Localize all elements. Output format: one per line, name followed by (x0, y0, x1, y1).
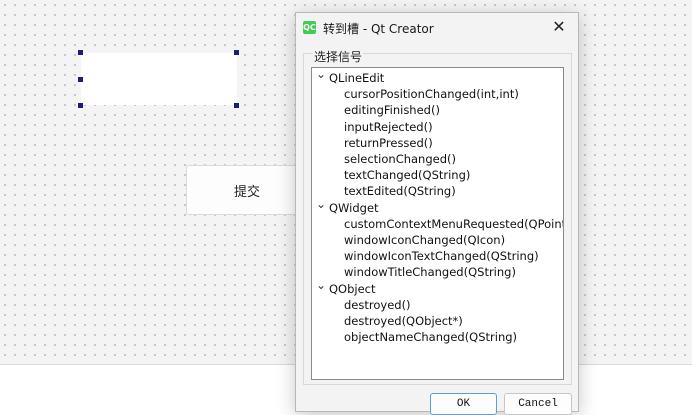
tree-signal-label: destroyed() (344, 297, 411, 312)
tree-signal-item[interactable]: textEdited(QString) (312, 183, 563, 199)
dialog-titlebar[interactable]: QC 转到槽 - Qt Creator ✕ (296, 13, 578, 43)
tree-signal-label: textChanged(QString) (344, 168, 471, 183)
tree-signal-item[interactable]: windowTitleChanged(QString) (312, 264, 563, 280)
tree-signal-label: textEdited(QString) (344, 184, 456, 199)
chevron-down-icon[interactable]: ⌄ (316, 196, 326, 212)
tree-class-qwidget[interactable]: ⌄ QWidget (312, 197, 563, 216)
tree-signal-label: returnPressed() (344, 135, 433, 150)
tree-signal-item[interactable]: editingFinished() (312, 102, 563, 118)
tree-class-label: QLineEdit (329, 71, 385, 85)
dialog-title: 转到槽 - Qt Creator (323, 22, 434, 36)
close-icon[interactable]: ✕ (549, 17, 569, 37)
ok-button[interactable]: OK (430, 393, 497, 415)
resize-handle[interactable] (78, 103, 83, 108)
tree-signal-item[interactable]: windowIconChanged(QIcon) (312, 232, 563, 248)
tree-signal-label: objectNameChanged(QString) (344, 330, 518, 345)
resize-handle[interactable] (78, 77, 83, 82)
tree-signal-item[interactable]: cursorPositionChanged(int,int) (312, 86, 563, 102)
tree-signal-item[interactable]: objectNameChanged(QString) (312, 329, 563, 345)
chevron-down-icon[interactable]: ⌄ (316, 68, 326, 82)
signal-tree[interactable]: ⌄ QLineEdit cursorPositionChanged(int,int)… (311, 67, 564, 380)
tree-signal-item[interactable]: selectionChanged() (312, 151, 563, 167)
submit-button[interactable]: 提交 (186, 165, 308, 215)
tree-signal-label: inputRejected() (344, 119, 433, 134)
resize-handle[interactable] (78, 50, 83, 55)
tree-class-label: QObject (329, 281, 376, 296)
go-to-slot-dialog: QC 转到槽 - Qt Creator ✕ 选择信号 ⌄ QLineEdit cur… (295, 12, 579, 415)
tree-signal-label: editingFinished() (344, 103, 440, 118)
tree-class-qobject[interactable]: ⌄ QObject (312, 278, 563, 297)
tree-signal-label: selectionChanged() (344, 152, 456, 166)
tree-class-label: QWidget (329, 200, 379, 215)
tree-signal-label: windowTitleChanged(QString) (344, 265, 516, 280)
tree-signal-item[interactable]: windowIconTextChanged(QString) (312, 248, 563, 264)
tree-signal-item[interactable]: customContextMenuRequested(QPoint) (312, 216, 563, 232)
tree-signal-item[interactable]: destroyed() (312, 297, 563, 313)
tree-signal-label: destroyed(QObject*) (344, 314, 463, 328)
tree-signal-item[interactable]: inputRejected() (312, 119, 563, 135)
cancel-button[interactable]: Cancel (504, 393, 572, 415)
resize-handle[interactable] (234, 50, 239, 55)
resize-handle[interactable] (234, 103, 239, 108)
tree-signal-label: windowIconChanged(QIcon) (344, 233, 506, 247)
tree-signal-label: customContextMenuRequested(QPoint) (344, 216, 564, 231)
tree-signal-label: windowIconTextChanged(QString) (344, 249, 539, 264)
tree-signal-item[interactable]: returnPressed() (312, 135, 563, 151)
group-label: 选择信号 (313, 48, 364, 65)
line-edit-widget[interactable] (81, 53, 237, 105)
tree-class-qlineedit[interactable]: ⌄ QLineEdit (312, 68, 563, 86)
chevron-down-icon[interactable]: ⌄ (316, 277, 326, 293)
tree-signal-item[interactable]: destroyed(QObject*) (312, 313, 563, 329)
qt-creator-icon: QC (303, 21, 316, 34)
tree-signal-label: cursorPositionChanged(int,int) (344, 87, 519, 102)
tree-signal-item[interactable]: textChanged(QString) (312, 167, 563, 183)
